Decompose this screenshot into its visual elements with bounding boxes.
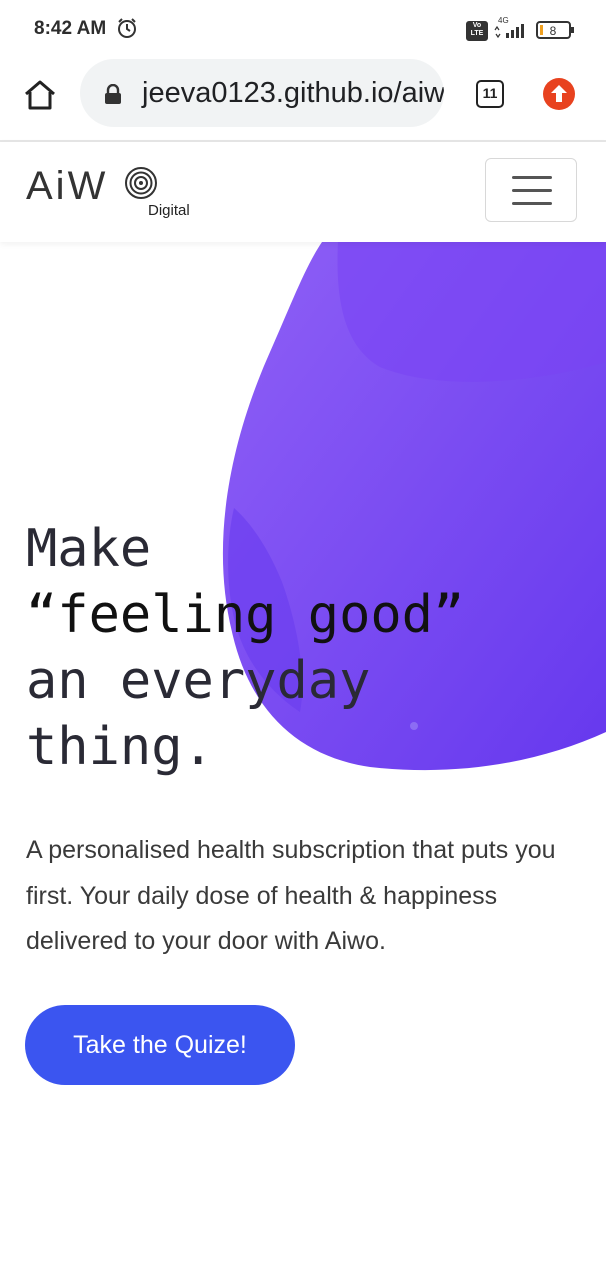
hamburger-icon xyxy=(512,202,552,205)
hero-description: A personalised health subscription that … xyxy=(26,836,556,955)
battery-icon: 8 xyxy=(536,21,574,39)
volte-icon: Vo LTE xyxy=(466,21,488,41)
headline-line: Make xyxy=(26,519,152,579)
site-logo[interactable]: AiW xyxy=(26,164,108,209)
hamburger-icon xyxy=(512,176,552,179)
address-bar[interactable]: jeeva0123.github.io/aiwo xyxy=(80,59,444,127)
headline-line: thing. xyxy=(26,717,214,777)
alarm-icon xyxy=(118,18,136,38)
hamburger-menu-button[interactable] xyxy=(485,158,577,222)
update-icon[interactable] xyxy=(543,78,575,110)
url-text[interactable]: jeeva0123.github.io/aiwo xyxy=(142,77,444,110)
hamburger-icon xyxy=(512,189,552,192)
lock-icon xyxy=(105,84,121,104)
signal-icon: 4G xyxy=(494,16,524,39)
tabs-icon[interactable]: 11 xyxy=(476,80,504,108)
hero-headline: Make “feeling good” an everyday thing. xyxy=(26,516,464,780)
battery-level: 8 xyxy=(550,24,557,38)
network-label: 4G xyxy=(498,16,509,25)
headline-line: an everyday xyxy=(26,651,371,711)
logo-subtitle: Digital xyxy=(148,202,190,219)
status-time: 8:42 AM xyxy=(34,18,107,39)
site-navbar: AiW Digital xyxy=(0,142,606,242)
take-quiz-button[interactable]: Take the Quize! xyxy=(25,1005,295,1085)
headline-line: “feeling good” xyxy=(26,585,465,645)
spiral-logo-icon xyxy=(125,167,157,199)
home-icon[interactable] xyxy=(22,78,58,112)
browser-toolbar: jeeva0123.github.io/aiwo 11 xyxy=(0,56,606,142)
status-bar: 8:42 AM Vo LTE 4G 8 xyxy=(0,0,606,56)
